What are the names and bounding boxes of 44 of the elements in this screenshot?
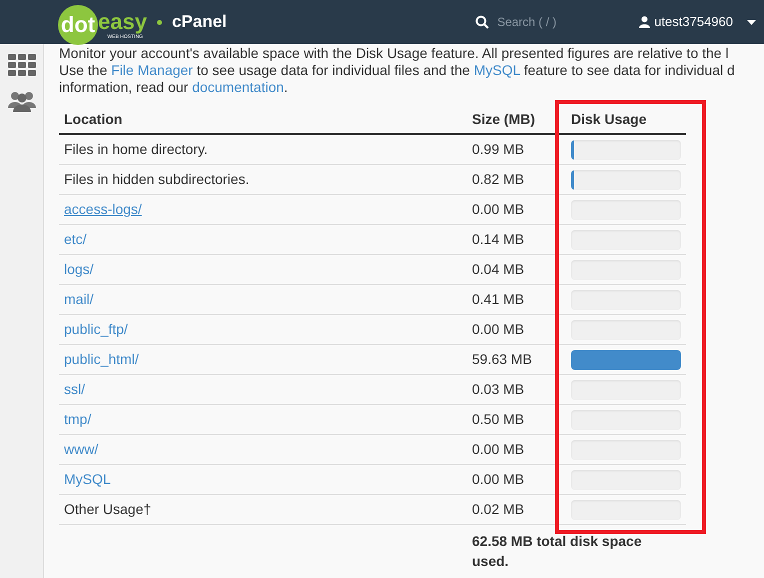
intro-paragraph: Monitor your account's available space with the Disk Usage feature. All presented figures are relative to the l Use the File Manager to see usage data for individual files and the MySQL feature to see data for individual d information, read our documentation. [59,45,736,96]
location-label: Files in home directory. [64,141,208,157]
folder-link[interactable]: www/ [64,441,98,457]
size-value: 0.03 MB [472,381,524,397]
doc-link[interactable]: MySQL [474,62,520,78]
size-value: 0.14 MB [472,231,524,247]
folder-link[interactable]: tmp/ [64,411,92,427]
user-icon [639,16,650,28]
folder-link[interactable]: logs/ [64,261,94,277]
doc-link[interactable]: File Manager [111,62,193,78]
doc-link[interactable]: documentation [192,79,284,95]
column-header: Location [63,110,124,128]
folder-link[interactable]: etc/ [64,231,87,247]
total-usage-text: 62.58 MB total disk space used. [471,532,643,571]
size-value: 0.41 MB [472,291,524,307]
size-value: 0.00 MB [472,441,524,457]
folder-link[interactable]: ssl/ [64,381,85,397]
caret-icon [747,20,756,24]
folder-link[interactable]: access-logs/ [64,201,142,217]
apps-grid-icon[interactable] [8,54,36,76]
size-value: 59.63 MB [472,351,532,367]
size-value: 0.00 MB [472,201,524,217]
folder-link[interactable]: mail/ [64,291,94,307]
user-menu[interactable]: utest3754960 [639,12,756,32]
column-header: Disk Usage [570,110,648,129]
users-icon[interactable] [8,90,36,112]
size-value: 0.00 MB [472,471,524,487]
search-icon [475,15,490,29]
size-value: 0.82 MB [472,171,524,187]
size-value: 0.02 MB [472,501,524,517]
search-field[interactable]: Search ( / ) [497,13,608,31]
size-value: 0.50 MB [472,411,524,427]
size-value: 0.99 MB [472,141,524,157]
dot-separator [156,20,162,24]
folder-link[interactable]: MySQL [64,471,111,487]
product-name: cPanel [172,11,227,34]
location-label: Files in hidden subdirectories. [64,171,250,187]
logo-easy: easy [98,10,147,32]
folder-link[interactable]: public_html/ [64,351,139,367]
column-header: Size (MB) [471,110,536,129]
folder-link[interactable]: public_ftp/ [64,321,128,337]
size-value: 0.04 MB [472,261,524,277]
location-label: Other Usage† [64,501,152,517]
size-value: 0.00 MB [472,321,524,337]
